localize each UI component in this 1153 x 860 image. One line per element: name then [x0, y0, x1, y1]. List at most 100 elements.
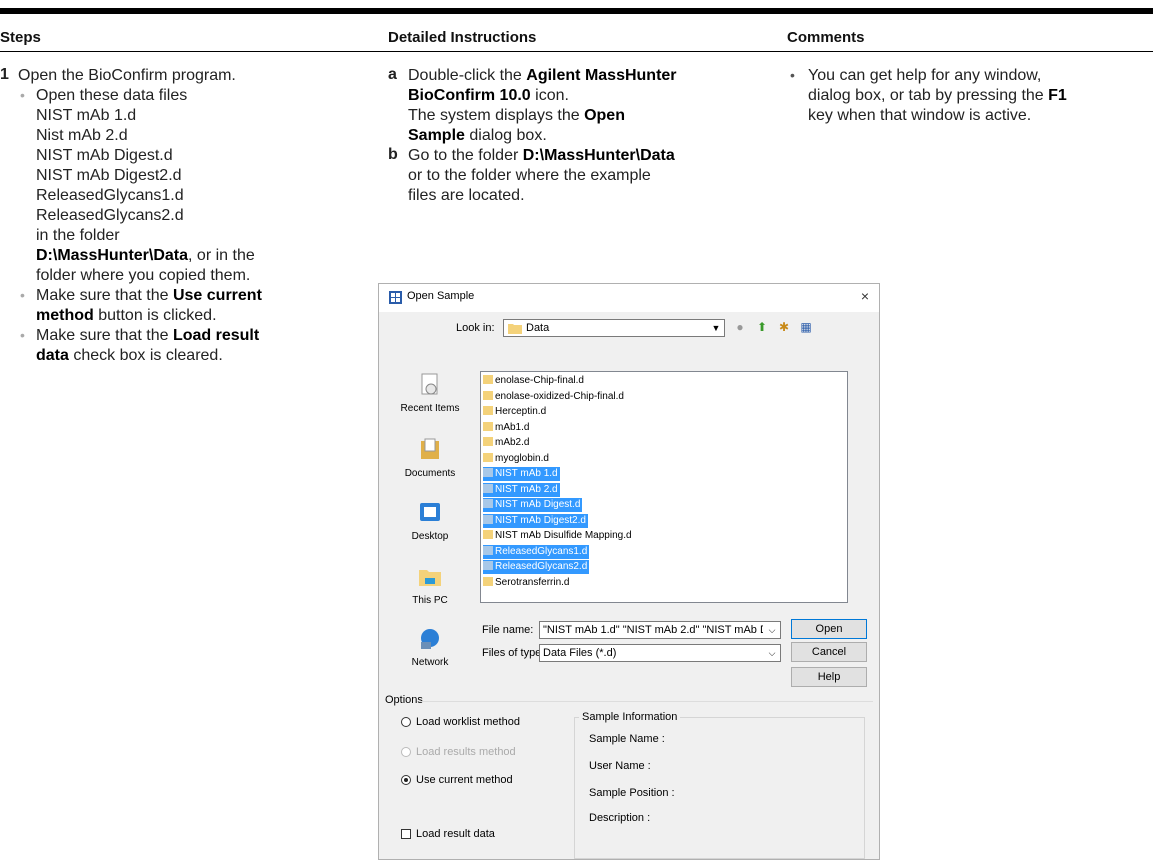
text: The system displays the — [408, 107, 585, 124]
file-list-item[interactable]: NIST mAb Digest2.d — [483, 513, 588, 528]
file-item: ReleasedGlycans1.d — [36, 187, 184, 204]
file-list-item[interactable]: Herceptin.d — [483, 405, 548, 419]
sample-position-label: Sample Position : — [589, 787, 675, 799]
view-menu-icon[interactable]: ▦ — [797, 318, 815, 336]
file-item: NIST mAb Digest2.d — [36, 167, 182, 184]
file-list-item[interactable]: NIST mAb Disulfide Mapping.d — [483, 529, 634, 543]
folder-icon — [483, 576, 493, 586]
bold-text: Open — [584, 107, 625, 124]
file-name: NIST mAb 2.d — [495, 483, 558, 495]
bold-text: BioConfirm 10.0 — [408, 87, 531, 104]
folder-icon — [483, 545, 493, 555]
text: button is clicked. — [93, 307, 217, 324]
file-item: ReleasedGlycans2.d — [36, 207, 184, 224]
cancel-button[interactable]: Cancel — [791, 642, 867, 662]
place-desktop[interactable]: Desktop — [387, 500, 473, 542]
folder-line2: folder where you copied them. — [36, 267, 251, 284]
file-list-item[interactable]: ReleasedGlycans2.d — [483, 560, 590, 574]
look-in-value: Data — [526, 322, 550, 334]
bullet-use-current: Make sure that the Use current — [36, 286, 262, 306]
up-folder-icon[interactable]: ⬆ — [753, 318, 771, 336]
text: check box is cleared. — [68, 347, 223, 364]
network-icon — [421, 629, 439, 649]
folder-icon — [508, 324, 522, 334]
bold-text: F1 — [1048, 87, 1067, 104]
files-of-type-value: Data Files (*.d) — [543, 647, 617, 659]
folder-icon — [483, 468, 493, 477]
radio-use-current-method[interactable]: Use current method — [401, 774, 513, 786]
text: dialog box. — [464, 127, 547, 144]
bullet-dot: • — [20, 287, 25, 303]
radio-label: Load results method — [416, 746, 516, 758]
chevron-down-icon: ⌵ — [768, 648, 776, 658]
file-list-item[interactable]: ReleasedGlycans1.d — [483, 544, 590, 559]
file-name: Serotransferrin.d — [495, 576, 570, 588]
instruction-b-line1: Go to the folder D:\MassHunter\Data — [408, 146, 675, 166]
file-list-item[interactable]: enolase-Chip-final.d — [483, 374, 586, 388]
files-of-type-combo[interactable]: Data Files (*.d) ⌵ — [539, 644, 781, 662]
recent-items-icon — [421, 373, 438, 395]
text: icon. — [530, 87, 569, 104]
place-this-pc[interactable]: This PC — [387, 564, 473, 606]
text: Go to the folder — [408, 147, 523, 164]
files-of-type-label: Files of type: — [482, 647, 545, 659]
open-button[interactable]: Open — [791, 619, 867, 639]
folder-icon — [483, 406, 493, 415]
file-list[interactable]: enolase-Chip-final.d enolase-oxidized-Chi… — [480, 371, 848, 603]
bold-text: data — [36, 347, 69, 364]
file-list-item[interactable]: mAb1.d — [483, 421, 531, 435]
folder-icon — [483, 437, 493, 446]
folder-icon — [483, 375, 493, 384]
file-name-combo[interactable]: "NIST mAb 1.d" "NIST mAb 2.d" "NIST mAb … — [539, 621, 781, 639]
folder-icon — [483, 530, 493, 539]
place-documents[interactable]: Documents — [387, 437, 473, 479]
file-name: ReleasedGlycans1.d — [495, 545, 588, 557]
folder-icon — [483, 514, 493, 524]
close-icon[interactable]: × — [861, 288, 869, 304]
file-list-item[interactable]: Serotransferrin.d — [483, 576, 571, 590]
radio-load-worklist-method[interactable]: Load worklist method — [401, 716, 520, 728]
radio-circle — [401, 717, 411, 727]
options-divider — [419, 701, 873, 702]
open-sample-dialog: Open Sample × Look in: Data ▼ ● ⬆ ✱ ▦ Re… — [378, 283, 880, 860]
header-comments: Comments — [787, 29, 865, 46]
file-item: NIST mAb Digest.d — [36, 147, 173, 164]
new-folder-icon[interactable]: ✱ — [775, 318, 793, 336]
top-rule — [0, 8, 1153, 14]
file-list-item[interactable]: NIST mAb Digest.d — [483, 498, 583, 512]
file-list-item[interactable]: mAb2.d — [483, 436, 531, 450]
file-name-value: "NIST mAb 1.d" "NIST mAb 2.d" "NIST mAb … — [543, 624, 763, 636]
bold-text: method — [36, 307, 94, 324]
bullet-open-files: Open these data files — [36, 87, 188, 104]
folder-icon — [483, 421, 493, 431]
desktop-icon — [420, 503, 440, 521]
look-in-label: Look in: — [456, 322, 495, 334]
file-name: myoglobin.d — [495, 452, 549, 464]
place-recent-items[interactable]: Recent Items — [387, 372, 473, 414]
look-in-combo[interactable]: Data ▼ — [503, 319, 725, 337]
bullet-dot: • — [790, 67, 795, 83]
text: Make sure that the — [36, 327, 173, 344]
file-list-item[interactable]: enolase-oxidized-Chip-final.d — [483, 390, 626, 404]
folder-path: D:\MassHunter\Data — [36, 247, 189, 264]
dialog-body: Look in: Data ▼ ● ⬆ ✱ ▦ Recent Items Doc… — [379, 312, 879, 859]
this-pc-icon — [419, 570, 441, 586]
instruction-a-line4: Sample dialog box. — [408, 126, 547, 146]
checkbox-load-result-data[interactable]: Load result data — [401, 828, 495, 840]
instruction-b-line2: or to the folder where the example — [408, 167, 651, 184]
file-list-item[interactable]: NIST mAb 1.d — [483, 467, 560, 481]
sample-information-title: Sample Information — [579, 711, 681, 723]
folder-icon — [483, 390, 493, 400]
user-name-label: User Name : — [589, 760, 651, 772]
file-list-item[interactable]: myoglobin.d — [483, 452, 551, 466]
file-name: enolase-oxidized-Chip-final.d — [495, 390, 624, 402]
dialog-title: Open Sample — [407, 290, 475, 302]
back-icon[interactable]: ● — [731, 318, 749, 336]
place-network[interactable]: Network — [387, 626, 473, 668]
help-button[interactable]: Help — [791, 667, 867, 687]
file-list-item[interactable]: NIST mAb 2.d — [483, 482, 560, 497]
radio-load-results-method[interactable]: Load results method — [401, 746, 516, 758]
file-item: NIST mAb 1.d — [36, 107, 137, 124]
radio-circle-selected — [401, 775, 411, 785]
header-instructions: Detailed Instructions — [388, 29, 537, 46]
